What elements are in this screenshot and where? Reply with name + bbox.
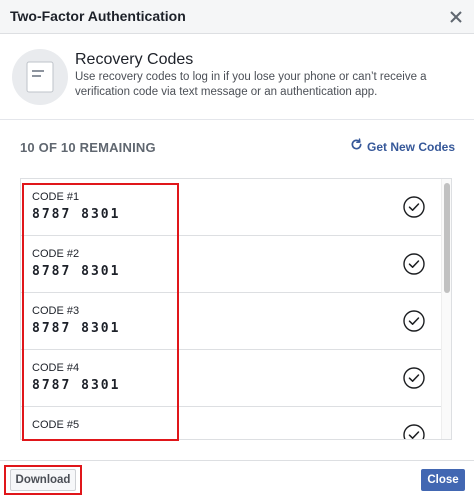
code-label: CODE #5	[32, 419, 80, 431]
code-value: 8787 8301	[32, 321, 121, 336]
refresh-icon	[350, 138, 363, 156]
get-new-codes-link[interactable]: Get New Codes	[350, 138, 455, 156]
code-row: CODE #5	[21, 407, 441, 439]
check-circle-icon	[403, 424, 425, 439]
code-label: CODE #3	[32, 305, 80, 317]
code-row: CODE #2 8787 8301	[21, 236, 441, 293]
download-button[interactable]: Download	[10, 469, 76, 491]
code-value: 8787 8301	[32, 207, 121, 222]
remaining-count: 10 OF 10 REMAINING	[20, 140, 156, 155]
check-circle-icon	[403, 367, 425, 389]
dialog-header: Two-Factor Authentication	[0, 0, 474, 34]
dialog-footer: Download Close	[0, 460, 474, 498]
code-row: CODE #4 8787 8301	[21, 350, 441, 407]
check-circle-icon	[403, 196, 425, 218]
close-button[interactable]: Close	[421, 469, 465, 491]
scrollbar-thumb[interactable]	[444, 183, 450, 293]
code-row: CODE #1 8787 8301	[21, 179, 441, 236]
dialog-title: Two-Factor Authentication	[10, 8, 186, 24]
code-row: CODE #3 8787 8301	[21, 293, 441, 350]
codes-list: CODE #1 8787 8301 CODE #2 8787 8301 CODE…	[20, 178, 452, 440]
section-heading: Recovery Codes	[75, 51, 194, 68]
code-label: CODE #2	[32, 248, 80, 260]
check-circle-icon	[403, 310, 425, 332]
code-label: CODE #4	[32, 362, 80, 374]
code-value: 8787 8301	[32, 264, 121, 279]
code-label: CODE #1	[32, 191, 80, 203]
intro-section: Recovery Codes Use recovery codes to log…	[0, 34, 474, 120]
section-description: Use recovery codes to log in if you lose…	[75, 71, 427, 98]
check-circle-icon	[403, 253, 425, 275]
code-value: 8787 8301	[32, 378, 121, 393]
document-icon	[12, 49, 68, 105]
close-icon[interactable]	[446, 7, 466, 27]
get-new-codes-label: Get New Codes	[367, 140, 456, 154]
